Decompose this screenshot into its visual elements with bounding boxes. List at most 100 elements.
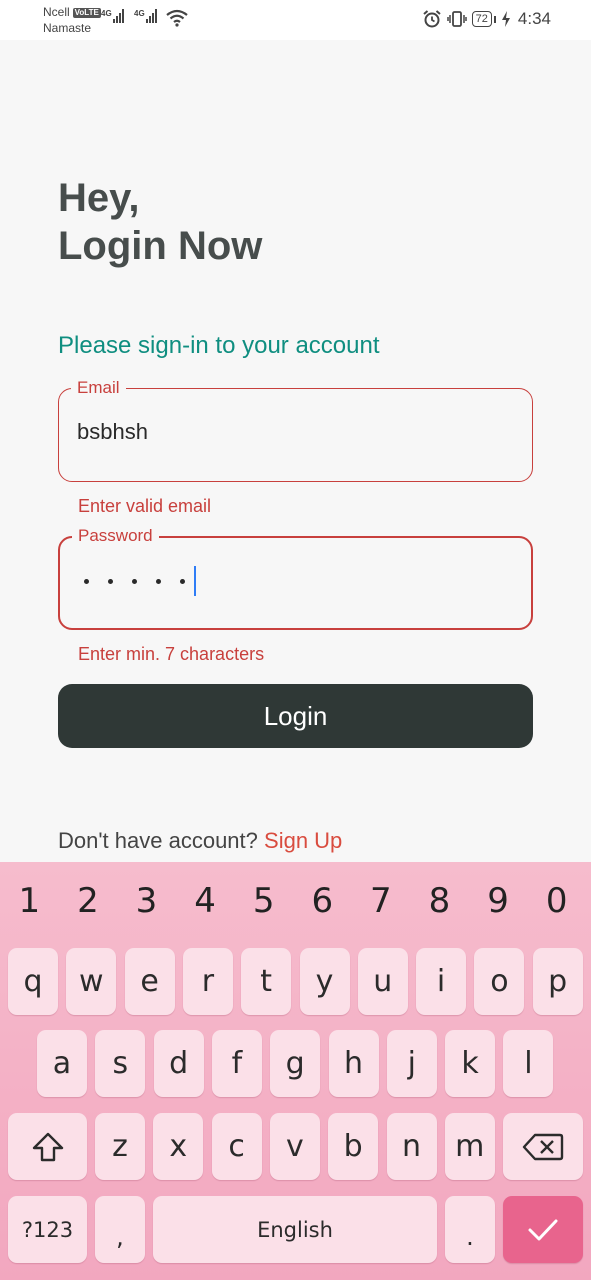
number-key-6[interactable]: 6: [293, 876, 352, 926]
vibrate-icon: [446, 11, 467, 27]
signup-prompt: Don't have account? Sign Up: [58, 828, 342, 854]
space-key-label: English: [257, 1217, 333, 1242]
battery-icon: 72: [471, 11, 497, 27]
key-s[interactable]: s: [95, 1030, 146, 1097]
key-f[interactable]: f: [211, 1030, 262, 1097]
key-n[interactable]: n: [386, 1113, 437, 1180]
key-label-n: n: [401, 1129, 421, 1164]
key-label-f: f: [231, 1046, 243, 1081]
key-m[interactable]: m: [444, 1113, 495, 1180]
volte-badge: VoLTE: [72, 8, 101, 18]
key-x[interactable]: x: [153, 1113, 204, 1180]
key-label-k: k: [461, 1046, 479, 1081]
key-k[interactable]: k: [445, 1030, 496, 1097]
number-key-2[interactable]: 2: [59, 876, 118, 926]
key-label-x: x: [169, 1129, 188, 1164]
key-label-b: b: [343, 1129, 363, 1164]
key-label-c: c: [228, 1129, 245, 1164]
number-key-4[interactable]: 4: [176, 876, 235, 926]
key-h[interactable]: h: [328, 1030, 379, 1097]
password-dot: [108, 578, 113, 584]
key-a[interactable]: a: [37, 1030, 87, 1097]
number-key-0[interactable]: 0: [527, 876, 586, 926]
key-label-s: s: [112, 1046, 129, 1081]
key-r[interactable]: r: [182, 948, 233, 1015]
period-key-label: .: [466, 1222, 474, 1251]
network-type-2: 4G: [134, 9, 145, 18]
title-line-2: Login Now: [58, 224, 263, 268]
carrier-name: Ncell: [43, 5, 70, 19]
keyboard: 1234567890 q w e r t y u i o p a s d f g h j k l z x c v b nm ?1…: [0, 862, 591, 1280]
key-label-j: j: [407, 1046, 416, 1081]
number-key-1[interactable]: 1: [0, 876, 59, 926]
key-j[interactable]: j: [386, 1030, 437, 1097]
login-button[interactable]: Login: [58, 684, 533, 748]
key-label-o: o: [490, 964, 509, 999]
email-label: Email: [71, 377, 126, 399]
key-i[interactable]: i: [416, 948, 467, 1015]
wifi-icon: [166, 9, 188, 27]
key-label-y: y: [315, 964, 334, 999]
number-key-9[interactable]: 9: [469, 876, 528, 926]
key-label-i: i: [436, 964, 446, 999]
number-key-3[interactable]: 3: [117, 876, 176, 926]
key-b[interactable]: b: [328, 1113, 379, 1180]
key-label-u: u: [373, 964, 393, 999]
password-error: Enter min. 7 characters: [78, 644, 265, 664]
title-line-1: Hey,: [58, 176, 140, 220]
backspace-icon: [522, 1133, 564, 1160]
page-subtitle: Please sign-in to your account: [58, 332, 380, 359]
page-title: Hey, Login Now: [58, 174, 262, 270]
status-bar: Ncell VoLTE Namaste 4G 4G 72 4:34: [0, 0, 591, 40]
key-l[interactable]: l: [503, 1030, 554, 1097]
key-label-z: z: [112, 1129, 128, 1164]
password-dot: [156, 578, 161, 584]
password-label: Password: [72, 525, 159, 547]
number-row: 1234567890: [0, 876, 591, 926]
shift-icon: [32, 1132, 63, 1161]
enter-key[interactable]: [503, 1196, 583, 1263]
key-c[interactable]: c: [211, 1113, 262, 1180]
backspace-key[interactable]: [503, 1113, 583, 1180]
key-label-t: t: [260, 964, 273, 999]
shift-key[interactable]: [8, 1113, 87, 1180]
signup-link[interactable]: Sign Up: [264, 828, 342, 853]
key-label-w: w: [79, 964, 104, 999]
key-w[interactable]: w: [66, 948, 117, 1015]
carrier-subname: Namaste: [43, 21, 92, 35]
key-label-v: v: [286, 1129, 304, 1164]
key-t[interactable]: t: [241, 948, 292, 1015]
key-y[interactable]: y: [299, 948, 350, 1015]
signup-text: Don't have account?: [58, 828, 258, 853]
comma-key[interactable]: ,: [95, 1196, 145, 1263]
signal-2-icon: 4G: [134, 9, 157, 23]
symbols-key-label: ?123: [21, 1217, 74, 1242]
carrier-info: Ncell VoLTE Namaste: [43, 4, 101, 36]
symbols-key[interactable]: ?123: [8, 1196, 87, 1263]
number-key-8[interactable]: 8: [410, 876, 469, 926]
email-field[interactable]: Email bsbhsh: [58, 377, 533, 482]
key-label-d: d: [169, 1046, 189, 1081]
key-g[interactable]: g: [270, 1030, 321, 1097]
period-key[interactable]: .: [445, 1196, 495, 1263]
key-u[interactable]: u: [357, 948, 408, 1015]
key-label-g: g: [285, 1046, 305, 1081]
number-key-5[interactable]: 5: [234, 876, 293, 926]
key-label-r: r: [201, 964, 215, 999]
key-o[interactable]: o: [474, 948, 525, 1015]
key-e[interactable]: e: [124, 948, 175, 1015]
key-label-m: m: [455, 1129, 485, 1164]
network-type-1: 4G: [101, 9, 112, 18]
number-key-7[interactable]: 7: [352, 876, 411, 926]
key-v[interactable]: v: [269, 1113, 320, 1180]
space-key[interactable]: English: [153, 1196, 437, 1263]
key-z[interactable]: z: [95, 1113, 145, 1180]
key-q[interactable]: q: [8, 948, 58, 1015]
key-d[interactable]: d: [153, 1030, 204, 1097]
key-label-l: l: [524, 1046, 533, 1081]
key-p[interactable]: p: [532, 948, 583, 1015]
password-field[interactable]: Password: [58, 525, 533, 630]
alarm-icon: [423, 10, 441, 28]
comma-key-label: ,: [116, 1222, 124, 1251]
status-right: 72 4:34: [422, 8, 551, 30]
